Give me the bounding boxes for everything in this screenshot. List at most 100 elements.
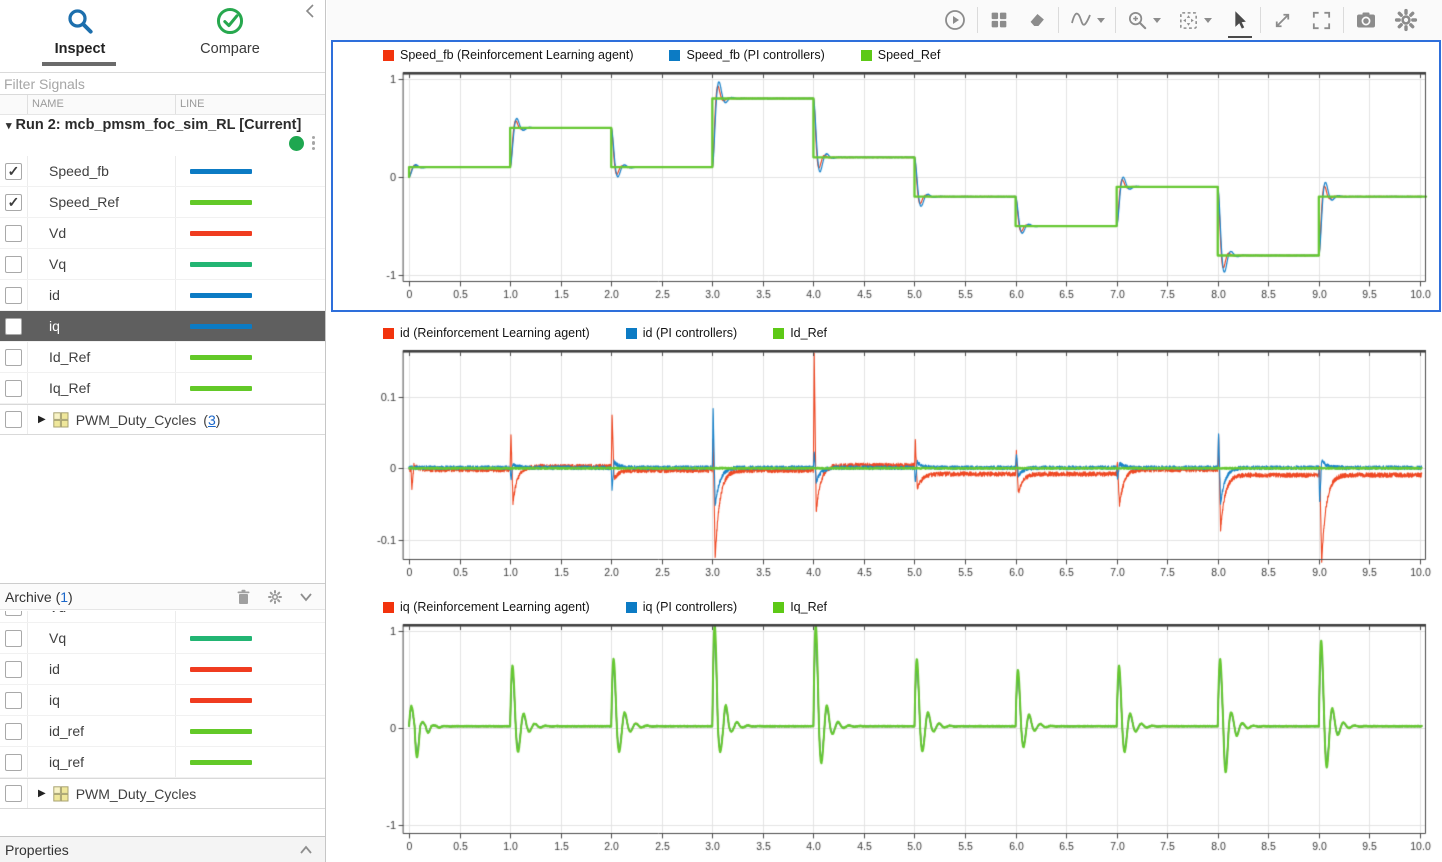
- collapse-sidebar-icon[interactable]: [303, 3, 317, 24]
- signal-line-swatch[interactable]: [190, 385, 252, 391]
- chart-id-canvas[interactable]: [333, 346, 1437, 586]
- signal-line-swatch[interactable]: [190, 666, 252, 672]
- fit-caret-icon[interactable]: [1204, 17, 1212, 23]
- matrix-signal-icon: [53, 785, 69, 801]
- matrix-signal-icon: [53, 411, 69, 427]
- signal-row[interactable]: Vq: [0, 249, 325, 280]
- signal-name: Vq: [27, 623, 175, 653]
- snapshot-camera-icon[interactable]: [1354, 8, 1378, 32]
- signal-name: Speed_fb: [27, 156, 175, 186]
- archive-settings-gear-icon[interactable]: [267, 589, 283, 605]
- signal-row[interactable]: id_ref: [0, 716, 325, 747]
- signal-checkbox[interactable]: [5, 629, 22, 647]
- signal-line-swatch[interactable]: [190, 261, 252, 267]
- signal-row[interactable]: Vd: [0, 611, 325, 623]
- signal-row[interactable]: ✓ Speed_Ref: [0, 187, 325, 218]
- legend-label: Speed_fb (Reinforcement Learning agent): [400, 48, 634, 62]
- signal-line-cell: [175, 685, 325, 715]
- signal-name: Speed_Ref: [27, 187, 175, 217]
- run-header[interactable]: ▾ Run 2: mcb_pmsm_foc_sim_RL [Current]: [0, 115, 325, 156]
- properties-chevron-up-icon[interactable]: [299, 845, 313, 855]
- expand-arrow-icon[interactable]: ▶: [38, 788, 46, 799]
- signal-line-swatch[interactable]: [190, 728, 252, 734]
- signal-line-swatch[interactable]: [190, 354, 252, 360]
- eraser-icon[interactable]: [1026, 9, 1048, 31]
- signal-checkbox[interactable]: [5, 255, 22, 273]
- signal-checkbox[interactable]: [5, 722, 22, 740]
- run-active-dot: [288, 135, 304, 151]
- archive-header[interactable]: Archive (1): [0, 583, 325, 610]
- legend-item: id (Reinforcement Learning agent): [383, 326, 590, 340]
- signal-line-swatch[interactable]: [190, 168, 252, 174]
- signal-line-swatch[interactable]: [190, 635, 252, 641]
- signal-row[interactable]: Iq_Ref: [0, 373, 325, 404]
- run-menu-icon[interactable]: [311, 135, 315, 151]
- signal-group-cell: ▶ PWM_Duty_Cycles (3): [27, 405, 325, 434]
- properties-header[interactable]: Properties: [0, 836, 325, 862]
- legend-item: Speed_fb (PI controllers): [669, 48, 825, 62]
- signal-row[interactable]: id: [0, 654, 325, 685]
- signal-row[interactable]: iq: [0, 685, 325, 716]
- signal-checkbox[interactable]: [5, 753, 22, 771]
- tab-compare[interactable]: Compare: [160, 6, 300, 58]
- tab-inspect[interactable]: Inspect: [10, 6, 150, 58]
- signal-checkbox[interactable]: [5, 411, 22, 428]
- chart-iq[interactable]: iq (Reinforcement Learning agent) iq (PI …: [333, 594, 1439, 862]
- chart-speed-canvas[interactable]: [333, 68, 1437, 308]
- signal-line-swatch[interactable]: [190, 292, 252, 298]
- zoom-in-icon[interactable]: [1126, 9, 1161, 32]
- signal-row[interactable]: Vd: [0, 218, 325, 249]
- zoom-caret-icon[interactable]: [1153, 17, 1161, 23]
- pointer-icon[interactable]: [1228, 8, 1252, 38]
- signal-line-cell: [175, 716, 325, 746]
- signal-group-count-link[interactable]: (3): [203, 412, 220, 428]
- chart-id-legend: id (Reinforcement Learning agent) id (PI …: [333, 320, 1439, 346]
- legend-label: Speed_Ref: [877, 48, 941, 62]
- archive-collapse-chevron-down-icon[interactable]: [299, 592, 313, 602]
- signal-row[interactable]: Id_Ref: [0, 342, 325, 373]
- signal-row[interactable]: Vq: [0, 623, 325, 654]
- legend-color-swatch: [860, 49, 872, 61]
- signal-line-swatch[interactable]: [190, 230, 252, 236]
- signal-wave-icon[interactable]: [1069, 8, 1105, 32]
- fullscreen-icon[interactable]: [1310, 9, 1333, 32]
- signal-group-row[interactable]: ▶ PWM_Duty_Cycles: [0, 778, 325, 809]
- trash-icon[interactable]: [236, 589, 251, 605]
- signal-checkbox[interactable]: [5, 379, 22, 397]
- signal-checkbox[interactable]: [5, 348, 22, 366]
- signal-checkbox[interactable]: ✓: [5, 162, 22, 180]
- signal-row[interactable]: iq: [0, 311, 325, 342]
- signal-wave-caret-icon[interactable]: [1097, 17, 1105, 23]
- signal-row[interactable]: id: [0, 280, 325, 311]
- signal-checkbox[interactable]: [5, 660, 22, 678]
- expand-icon[interactable]: [1271, 9, 1294, 32]
- filter-signals-input[interactable]: [0, 73, 325, 94]
- chart-speed-legend: Speed_fb (Reinforcement Learning agent) S…: [333, 42, 1439, 68]
- chart-speed[interactable]: Speed_fb (Reinforcement Learning agent) S…: [331, 40, 1441, 312]
- signal-row[interactable]: ✓ Speed_fb: [0, 156, 325, 187]
- signal-line-swatch[interactable]: [190, 323, 252, 329]
- signal-checkbox[interactable]: [5, 691, 22, 709]
- signal-table-header: NAME LINE: [0, 95, 325, 115]
- signal-line-cell: [175, 342, 325, 372]
- signal-checkbox[interactable]: [5, 317, 22, 335]
- signal-row[interactable]: iq_ref: [0, 747, 325, 778]
- signal-checkbox[interactable]: [5, 611, 22, 616]
- signal-line-swatch[interactable]: [190, 199, 252, 205]
- run-expand-icon[interactable]: ▾: [6, 120, 12, 132]
- fit-to-view-icon[interactable]: [1177, 9, 1212, 32]
- signal-checkbox[interactable]: ✓: [5, 193, 22, 211]
- signal-checkbox[interactable]: [5, 286, 22, 304]
- signal-line-swatch[interactable]: [190, 697, 252, 703]
- signal-line-swatch[interactable]: [190, 759, 252, 765]
- signal-checkbox[interactable]: [5, 785, 22, 802]
- signal-name: Vd: [27, 611, 175, 622]
- subplot-layout-icon[interactable]: [988, 9, 1010, 31]
- signal-checkbox[interactable]: [5, 224, 22, 242]
- replay-icon[interactable]: [943, 8, 967, 32]
- chart-iq-canvas[interactable]: [333, 620, 1437, 860]
- expand-arrow-icon[interactable]: ▶: [38, 414, 46, 425]
- settings-gear-icon[interactable]: [1394, 8, 1418, 32]
- chart-id[interactable]: id (Reinforcement Learning agent) id (PI …: [333, 320, 1439, 588]
- signal-group-row[interactable]: ▶ PWM_Duty_Cycles (3): [0, 404, 325, 435]
